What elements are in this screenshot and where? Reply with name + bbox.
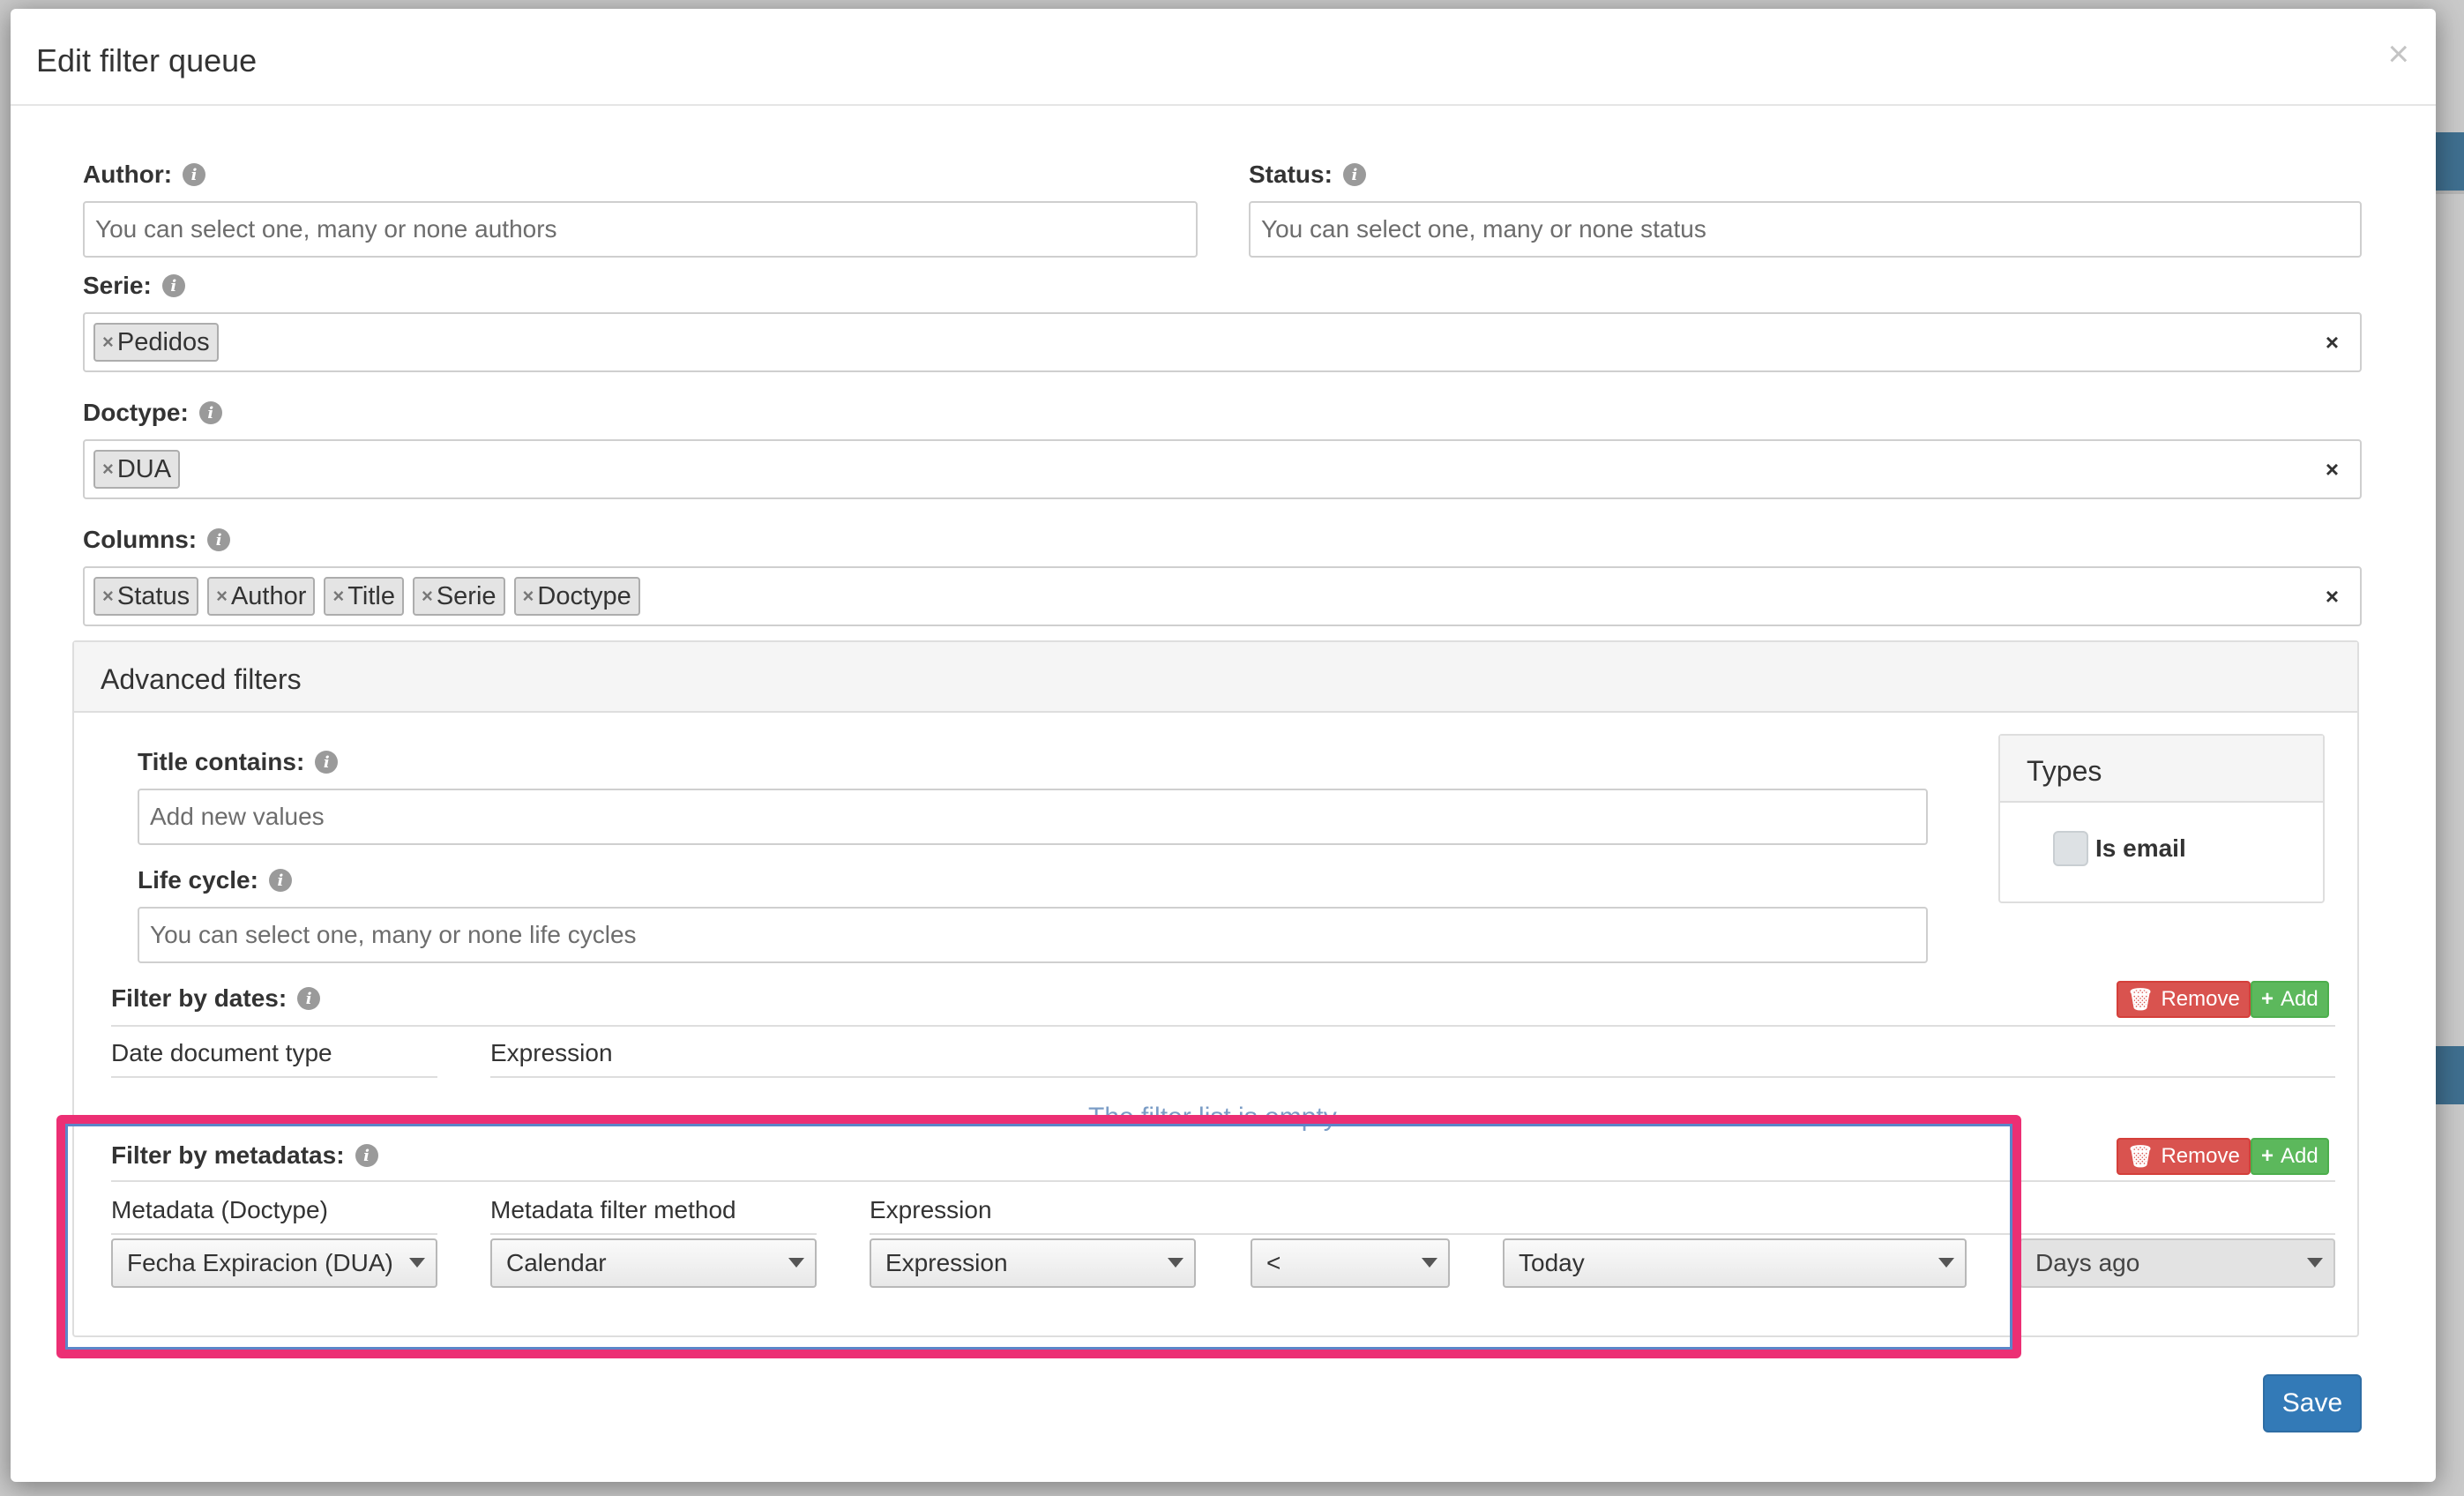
selection-outline — [65, 1124, 2012, 1350]
types-panel: Types Is email — [1998, 734, 2325, 903]
info-icon[interactable]: i — [161, 274, 185, 297]
is-email-label: Is email — [2095, 834, 2186, 862]
dates-remove-button[interactable]: 🗑 Remove — [2117, 981, 2251, 1018]
serie-tag: × Pedidos — [93, 323, 219, 362]
life-cycle-label-text: Life cycle: — [138, 866, 258, 894]
button-label: Remove — [2161, 1144, 2240, 1168]
status-label-text: Status: — [1249, 161, 1333, 188]
tag-label: Title — [347, 581, 395, 610]
column-tag: × Status — [93, 577, 199, 616]
status-label: Status: i — [1249, 161, 1366, 189]
plus-icon: + — [2261, 1144, 2274, 1168]
tag-remove-icon[interactable]: × — [332, 585, 344, 608]
save-button[interactable]: Save — [2263, 1374, 2362, 1432]
info-icon[interactable]: i — [207, 528, 231, 551]
types-title: Types — [2027, 755, 2102, 787]
plus-icon: + — [2261, 987, 2274, 1011]
tag-label: Serie — [436, 581, 497, 610]
types-heading: Types — [2000, 736, 2323, 803]
tag-label: Pedidos — [116, 327, 210, 356]
serie-label-text: Serie: — [83, 272, 152, 299]
tag-remove-icon[interactable]: × — [523, 585, 534, 608]
trash-icon: 🗑 — [2127, 1144, 2154, 1169]
info-icon[interactable]: i — [1342, 163, 1366, 186]
modal-title: Edit filter queue — [36, 42, 258, 79]
title-contains-label-text: Title contains: — [138, 748, 305, 775]
title-contains-input[interactable]: Add new values — [138, 789, 1928, 845]
clear-all-icon[interactable]: × — [2326, 456, 2339, 483]
clear-all-icon[interactable]: × — [2326, 583, 2339, 610]
filter-by-dates-label-text: Filter by dates: — [111, 984, 287, 1012]
panel-title: Advanced filters — [101, 663, 302, 695]
dates-col-doc-type: Date document type — [111, 1039, 437, 1078]
dates-col-expression: Expression — [490, 1039, 2335, 1078]
unit-select[interactable]: Days ago — [2020, 1238, 2335, 1288]
tag-remove-icon[interactable]: × — [102, 331, 114, 354]
doctype-label: Doctype: i — [83, 399, 222, 427]
trash-icon: 🗑 — [2127, 987, 2154, 1012]
column-tag: × Doctype — [513, 577, 640, 616]
tag-remove-icon[interactable]: × — [102, 585, 114, 608]
panel-heading: Advanced filters — [74, 642, 2357, 713]
info-icon[interactable]: i — [198, 401, 222, 424]
tag-label: Status — [116, 581, 190, 610]
button-label: Add — [2281, 987, 2318, 1011]
chevron-down-icon — [2307, 1258, 2323, 1268]
columns-label: Columns: i — [83, 526, 231, 554]
button-label: Add — [2281, 1144, 2318, 1168]
author-input[interactable]: You can select one, many or none authors — [83, 201, 1198, 258]
tag-label: DUA — [116, 454, 172, 483]
doctype-select[interactable]: × DUA × — [83, 439, 2362, 499]
column-tag: × Author — [207, 577, 316, 616]
button-label: Remove — [2161, 987, 2240, 1011]
tag-remove-icon[interactable]: × — [422, 585, 433, 608]
tag-remove-icon[interactable]: × — [102, 458, 114, 481]
select-value: Days ago — [2035, 1249, 2140, 1276]
is-email-checkbox[interactable] — [2053, 831, 2088, 866]
doctype-tag: × DUA — [93, 450, 181, 489]
metadatas-remove-button[interactable]: 🗑 Remove — [2117, 1138, 2251, 1175]
modal-header: Edit filter queue × — [11, 9, 2436, 106]
column-tag: × Serie — [412, 577, 505, 616]
tag-label: Author — [230, 581, 307, 610]
info-icon[interactable]: i — [183, 163, 206, 186]
author-label-text: Author: — [83, 161, 173, 188]
columns-select[interactable]: × Status × Author × Title × Serie × Doct… — [83, 566, 2362, 626]
title-contains-label: Title contains: i — [138, 748, 339, 776]
tag-remove-icon[interactable]: × — [216, 585, 228, 608]
life-cycle-label: Life cycle: i — [138, 866, 292, 894]
author-label: Author: i — [83, 161, 206, 189]
serie-label: Serie: i — [83, 272, 185, 300]
filter-by-dates-label: Filter by dates: i — [111, 984, 321, 1013]
metadatas-add-button[interactable]: + Add — [2251, 1138, 2329, 1175]
columns-label-text: Columns: — [83, 526, 198, 553]
doctype-label-text: Doctype: — [83, 399, 189, 426]
dates-add-button[interactable]: + Add — [2251, 981, 2329, 1018]
clear-all-icon[interactable]: × — [2326, 329, 2339, 356]
info-icon[interactable]: i — [315, 751, 339, 774]
life-cycle-input[interactable]: You can select one, many or none life cy… — [138, 907, 1928, 963]
info-icon[interactable]: i — [268, 869, 292, 892]
tag-label: Doctype — [537, 581, 631, 610]
status-input[interactable]: You can select one, many or none status — [1249, 201, 2362, 258]
close-icon[interactable]: × — [2387, 35, 2409, 72]
serie-select[interactable]: × Pedidos × — [83, 312, 2362, 372]
column-tag: × Title — [324, 577, 404, 616]
divider — [111, 1025, 2335, 1027]
info-icon[interactable]: i — [297, 987, 321, 1010]
